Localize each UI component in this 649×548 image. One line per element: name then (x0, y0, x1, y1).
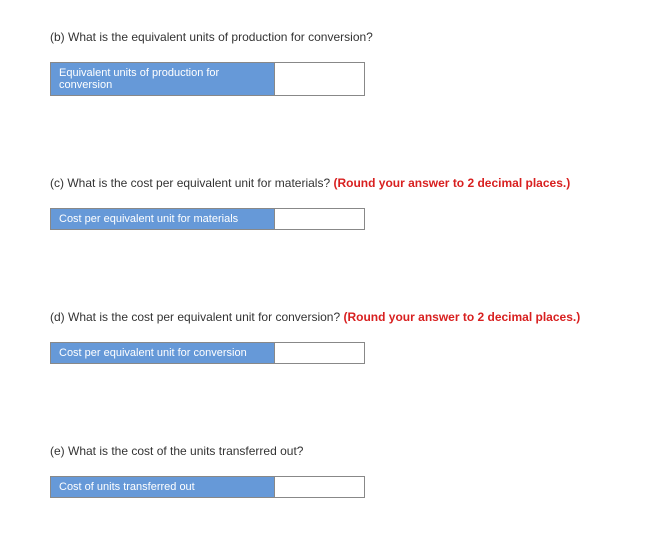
question-e-prefix: (e) (50, 444, 68, 458)
question-c-prefix: (c) (50, 176, 67, 190)
question-d-round: (Round your answer to 2 decimal places.) (343, 310, 580, 324)
question-c-label: Cost per equivalent unit for materials (50, 208, 275, 230)
question-e-row: Cost of units transferred out (50, 476, 599, 498)
question-b-input[interactable] (275, 63, 364, 95)
question-d-text: (d) What is the cost per equivalent unit… (50, 310, 599, 324)
question-d-row: Cost per equivalent unit for conversion (50, 342, 599, 364)
question-c-input-cell (275, 208, 365, 230)
question-c-round: (Round your answer to 2 decimal places.) (333, 176, 570, 190)
question-b-label: Equivalent units of production for conve… (50, 62, 275, 96)
question-b-row: Equivalent units of production for conve… (50, 62, 599, 96)
question-b: (b) What is the equivalent units of prod… (50, 30, 599, 96)
question-d-body: What is the cost per equivalent unit for… (68, 310, 343, 324)
question-e-input[interactable] (275, 477, 364, 497)
question-d-prefix: (d) (50, 310, 68, 324)
question-b-input-cell (275, 62, 365, 96)
question-c-input[interactable] (275, 209, 364, 229)
question-c-text: (c) What is the cost per equivalent unit… (50, 176, 599, 190)
question-e-label: Cost of units transferred out (50, 476, 275, 498)
question-e: (e) What is the cost of the units transf… (50, 444, 599, 498)
question-c-row: Cost per equivalent unit for materials (50, 208, 599, 230)
question-b-text: (b) What is the equivalent units of prod… (50, 30, 599, 44)
question-e-text: (e) What is the cost of the units transf… (50, 444, 599, 458)
question-e-input-cell (275, 476, 365, 498)
question-e-body: What is the cost of the units transferre… (68, 444, 303, 458)
question-d-input-cell (275, 342, 365, 364)
question-c-body: What is the cost per equivalent unit for… (67, 176, 333, 190)
question-b-body: What is the equivalent units of producti… (68, 30, 373, 44)
question-d: (d) What is the cost per equivalent unit… (50, 310, 599, 364)
question-b-prefix: (b) (50, 30, 68, 44)
question-d-input[interactable] (275, 343, 364, 363)
question-c: (c) What is the cost per equivalent unit… (50, 176, 599, 230)
question-d-label: Cost per equivalent unit for conversion (50, 342, 275, 364)
